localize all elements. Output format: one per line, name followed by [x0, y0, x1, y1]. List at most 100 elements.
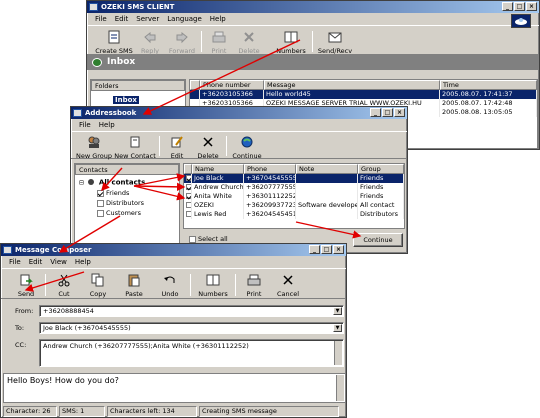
create-sms-button[interactable]: Create SMS	[93, 29, 135, 55]
to-field[interactable]: Joe Black (+36704545555) ▼	[39, 322, 344, 334]
paste-button[interactable]: Paste	[116, 272, 152, 298]
main-title: OZEKI SMS CLIENT	[101, 3, 175, 11]
chevron-down-icon[interactable]: ▼	[333, 324, 342, 332]
from-field[interactable]: +36208888454 ▼	[39, 305, 344, 317]
table-row[interactable]: +36203105366 Hello world45 2005.08.07. 1…	[190, 90, 537, 99]
tree-item-friends[interactable]: Friends	[97, 189, 179, 197]
edit-button[interactable]: Edit	[162, 134, 192, 160]
message-scrollbar[interactable]	[336, 375, 344, 401]
column-time[interactable]: Time	[440, 80, 537, 90]
customers-checkbox[interactable]	[97, 209, 104, 217]
message-body[interactable]: Hello Boys! How do you do?	[3, 373, 346, 403]
cut-icon	[56, 272, 72, 288]
maximize-button[interactable]: □	[514, 2, 525, 11]
send-recv-button[interactable]: Send/Recv	[315, 29, 355, 55]
table-row[interactable]: Anita White +36301112252 Friends	[184, 192, 404, 201]
undo-button[interactable]: Undo	[152, 272, 188, 298]
cc-field[interactable]: Andrew Church (+36207777555);Anita White…	[39, 339, 344, 367]
folders-label: Folders	[91, 80, 185, 91]
toolbar-separator	[45, 274, 46, 296]
toolbar-separator	[159, 136, 160, 156]
main-menubar: File Edit Server Language Help	[87, 13, 539, 25]
minimize-button[interactable]: _	[370, 108, 381, 117]
copy-button[interactable]: Copy	[80, 272, 116, 298]
toolbar-separator	[201, 31, 202, 52]
new-group-button[interactable]: New Group	[75, 134, 113, 160]
delete-contact-button[interactable]: Delete	[192, 134, 224, 160]
column-phone[interactable]: Phone	[244, 164, 296, 174]
column-group[interactable]: Group	[358, 164, 404, 174]
numbers-button[interactable]: Numbers	[272, 29, 310, 55]
toolbar-separator	[190, 274, 191, 296]
tree-item-customers[interactable]: Customers	[97, 209, 179, 217]
cancel-button[interactable]: Cancel	[270, 272, 306, 298]
addressbook-title: Addressbook	[85, 109, 137, 117]
menu-server[interactable]: Server	[136, 15, 159, 23]
continue-toolbar-button[interactable]: Continue	[229, 134, 265, 160]
column-phone[interactable]: Phone number	[200, 80, 264, 90]
maximize-button[interactable]: □	[382, 108, 393, 117]
new-contact-icon	[127, 134, 143, 150]
continue-button[interactable]: Continue	[353, 233, 403, 247]
menu-help[interactable]: Help	[99, 121, 115, 129]
new-contact-button[interactable]: New Contact	[113, 134, 157, 160]
folder-item-inbox[interactable]: Inbox	[113, 96, 185, 104]
undo-icon	[162, 272, 178, 288]
menu-language[interactable]: Language	[167, 15, 202, 23]
print-button[interactable]: Print	[204, 29, 234, 55]
menu-file[interactable]: File	[9, 258, 21, 266]
send-icon	[18, 272, 34, 288]
maximize-button[interactable]: □	[321, 245, 332, 254]
menu-edit[interactable]: Edit	[29, 258, 43, 266]
group-icon	[88, 179, 95, 185]
contacts-table: Name Phone Note Group Joe Black +3670454…	[183, 163, 405, 229]
minimize-button[interactable]: _	[309, 245, 320, 254]
delete-icon	[241, 29, 257, 45]
main-title-bar: OZEKI SMS CLIENT _ □ ×	[87, 1, 539, 13]
composer-title-bar: Message Composer _ □ ×	[1, 244, 346, 256]
addressbook-title-bar: Addressbook _ □ ×	[71, 107, 407, 119]
table-row[interactable]: Joe Black +36704545555 Friends	[184, 174, 404, 183]
column-note[interactable]: Note	[296, 164, 358, 174]
print-icon	[211, 29, 227, 45]
close-button[interactable]: ×	[526, 2, 537, 11]
delete-button[interactable]: Delete	[234, 29, 264, 55]
composer-icon	[3, 246, 12, 254]
table-row[interactable]: Andrew Church +36207777555 Friends	[184, 183, 404, 192]
menu-edit[interactable]: Edit	[115, 15, 129, 23]
forward-button[interactable]: Forward	[165, 29, 199, 55]
table-row[interactable]: OZEKI +36209937723 Software developer Al…	[184, 201, 404, 210]
app-icon	[89, 3, 98, 11]
select-all[interactable]: Select all	[189, 235, 228, 243]
cc-scrollbar[interactable]	[334, 341, 342, 365]
print-icon	[246, 272, 262, 288]
tree-root-all-contacts[interactable]: ⊟ All contacts	[79, 178, 179, 187]
close-button[interactable]: ×	[394, 108, 405, 117]
column-message[interactable]: Message	[264, 80, 440, 90]
column-name[interactable]: Name	[192, 164, 244, 174]
status-message: Creating SMS message	[199, 406, 339, 417]
addressbook-icon	[73, 109, 82, 117]
distributors-checkbox[interactable]	[97, 199, 104, 207]
reply-button[interactable]: Reply	[135, 29, 165, 55]
friends-checkbox[interactable]	[97, 189, 104, 197]
addressbook-toolbar: New Group New Contact Edit Delete Contin…	[71, 131, 407, 160]
close-button[interactable]: ×	[333, 245, 344, 254]
paste-icon	[126, 272, 142, 288]
select-all-checkbox[interactable]	[189, 235, 196, 243]
tree-item-distributors[interactable]: Distributors	[97, 199, 179, 207]
send-button[interactable]: Send	[9, 272, 43, 298]
table-row[interactable]: Lewis Red +36204545451 Distributors	[184, 210, 404, 219]
minimize-button[interactable]: _	[502, 2, 513, 11]
chevron-down-icon[interactable]: ▼	[333, 307, 342, 315]
cut-button[interactable]: Cut	[48, 272, 80, 298]
from-label: From:	[15, 307, 34, 315]
menu-help[interactable]: Help	[75, 258, 91, 266]
numbers-composer-button[interactable]: Numbers	[193, 272, 233, 298]
print-composer-button[interactable]: Print	[238, 272, 270, 298]
menu-file[interactable]: File	[79, 121, 91, 129]
menu-help[interactable]: Help	[210, 15, 226, 23]
menu-file[interactable]: File	[95, 15, 107, 23]
menu-view[interactable]: View	[50, 258, 67, 266]
cancel-icon	[280, 272, 296, 288]
